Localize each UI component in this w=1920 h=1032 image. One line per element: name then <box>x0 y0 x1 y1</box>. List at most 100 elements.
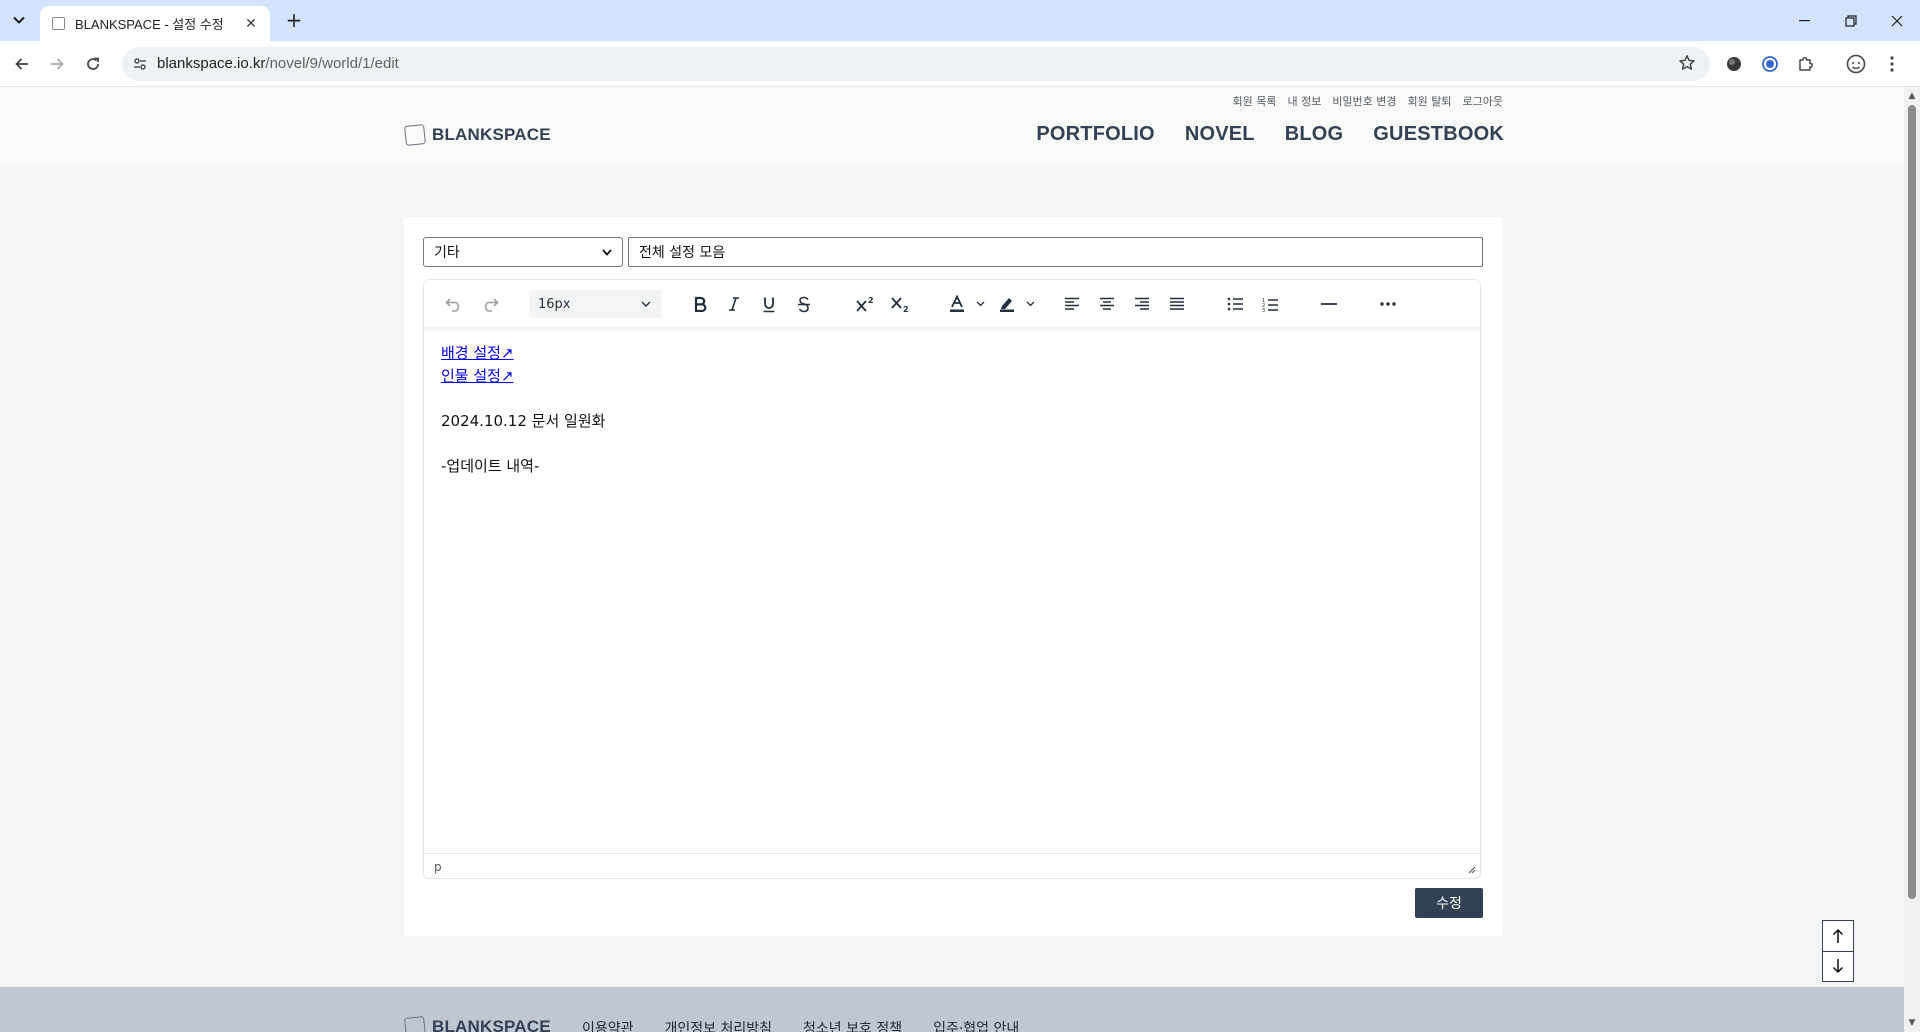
resize-handle-icon[interactable] <box>1466 864 1476 874</box>
user-link-change-password[interactable]: 비밀번호 변경 <box>1332 93 1396 109</box>
reload-icon[interactable] <box>81 52 105 76</box>
nav-novel[interactable]: NOVEL <box>1185 123 1255 146</box>
footer-logo-square-icon <box>404 1016 426 1032</box>
highlight-color-icon[interactable] <box>998 290 1042 318</box>
site-footer: BLANKSPACE 이용약관 개인정보 처리방침 청소년 보호 정책 입주·협… <box>0 987 1904 1032</box>
nav-portfolio[interactable]: PORTFOLIO <box>1036 123 1154 146</box>
text-color-icon[interactable] <box>948 290 992 318</box>
footer-link-terms[interactable]: 이용약관 <box>582 1018 634 1032</box>
back-arrow-icon[interactable] <box>10 52 34 76</box>
browser-menu-kebab-icon[interactable] <box>1880 52 1904 76</box>
content-line-date: 2024.10.12 문서 일원화 <box>441 411 606 430</box>
site-header: 회원 목록 내 정보 비밀번호 변경 회원 탈퇴 로그아웃 BLANKSPACE… <box>0 87 1904 165</box>
footer-link-privacy[interactable]: 개인정보 처리방침 <box>665 1018 773 1032</box>
footer-link-youth-policy[interactable]: 청소년 보호 정책 <box>803 1018 902 1032</box>
font-size-chevron-down-icon <box>641 301 651 307</box>
url-text: blankspace.io.kr/novel/9/world/1/edit <box>157 55 399 72</box>
tab-close-icon[interactable]: ✕ <box>242 16 260 32</box>
more-options-icon[interactable] <box>1374 290 1402 318</box>
category-select[interactable]: 기타 <box>423 237 623 267</box>
editor-statusbar: p <box>424 853 1480 878</box>
logo-text: BLANKSPACE <box>432 125 551 144</box>
tab-search-chevron-icon[interactable] <box>6 8 32 32</box>
browser-tabbar: BLANKSPACE - 설정 수정 ✕ + <box>0 0 1920 41</box>
content-line-update-log: -업데이트 내역- <box>441 456 540 475</box>
link-character-settings[interactable]: 인물 설정↗ <box>441 367 514 385</box>
bookmark-star-icon[interactable] <box>1678 54 1698 74</box>
select-chevron-down-icon <box>602 244 612 260</box>
scrollbar-up-arrow-icon[interactable]: ▲ <box>1907 91 1917 101</box>
minimize-window-icon[interactable] <box>1782 0 1828 41</box>
element-path[interactable]: p <box>434 860 442 874</box>
extension-area <box>1722 52 1904 76</box>
url-path: /novel/9/world/1/edit <box>265 55 399 72</box>
scroll-buttons <box>1822 920 1854 982</box>
url-host: blankspace.io.kr <box>157 55 266 72</box>
redo-icon[interactable] <box>476 290 504 318</box>
align-right-icon[interactable] <box>1128 290 1156 318</box>
site-logo[interactable]: BLANKSPACE <box>404 124 551 146</box>
font-size-select[interactable]: 16px <box>529 290 661 318</box>
new-tab-plus-icon[interactable]: + <box>282 9 306 33</box>
nav-guestbook[interactable]: GUESTBOOK <box>1373 123 1504 146</box>
footer-links: 이용약관 개인정보 처리방침 청소년 보호 정책 입주·협업 안내 <box>582 1018 1019 1032</box>
svg-text:2: 2 <box>903 305 909 313</box>
logo-square-icon <box>404 124 426 146</box>
browser-tab-active[interactable]: BLANKSPACE - 설정 수정 ✕ <box>40 6 270 41</box>
underline-icon[interactable] <box>755 290 783 318</box>
browser-tab-title: BLANKSPACE - 설정 수정 <box>75 17 224 32</box>
user-link-my-info[interactable]: 내 정보 <box>1287 93 1321 109</box>
extensions-puzzle-icon[interactable] <box>1794 52 1818 76</box>
footer-logo[interactable]: BLANKSPACE <box>404 1016 551 1032</box>
extension-blue-circle-icon[interactable] <box>1758 52 1782 76</box>
bullet-list-icon[interactable] <box>1221 290 1249 318</box>
user-link-member-list[interactable]: 회원 목록 <box>1232 93 1276 109</box>
nav-blog[interactable]: BLOG <box>1285 123 1344 146</box>
site-info-tune-icon[interactable] <box>131 55 149 73</box>
extension-dark-circle-icon[interactable] <box>1722 52 1746 76</box>
footer-logo-text: BLANKSPACE <box>432 1017 551 1032</box>
title-input[interactable] <box>628 237 1483 267</box>
italic-icon[interactable] <box>720 290 748 318</box>
page-viewport: 회원 목록 내 정보 비밀번호 변경 회원 탈퇴 로그아웃 BLANKSPACE… <box>0 87 1904 1032</box>
scrollbar-thumb[interactable] <box>1908 105 1916 899</box>
footer-link-partnership[interactable]: 입주·협업 안내 <box>933 1018 1019 1032</box>
main-nav: PORTFOLIO NOVEL BLOG GUESTBOOK <box>1036 123 1504 146</box>
rich-text-editor: 16px 2 2 1 2 3 배경 설정↗ 인물 설정↗ 2024.10.12 … <box>423 279 1481 879</box>
restore-window-icon[interactable] <box>1828 0 1874 41</box>
edit-form-card: 기타 16px <box>404 217 1503 936</box>
user-link-withdraw[interactable]: 회원 탈퇴 <box>1408 93 1452 109</box>
align-left-icon[interactable] <box>1058 290 1086 318</box>
editor-content-area[interactable]: 배경 설정↗ 인물 설정↗ 2024.10.12 문서 일원화 -업데이트 내역… <box>441 342 605 477</box>
numbered-list-icon[interactable]: 123 <box>1256 290 1284 318</box>
font-size-value: 16px <box>538 296 571 312</box>
align-center-icon[interactable] <box>1093 290 1121 318</box>
svg-text:2: 2 <box>868 296 874 305</box>
page-scrollbar[interactable]: ▲ ▼ <box>1904 87 1920 1032</box>
undo-icon[interactable] <box>440 290 468 318</box>
scroll-top-arrow-up-icon[interactable] <box>1823 921 1853 951</box>
user-link-logout[interactable]: 로그아웃 <box>1463 93 1503 109</box>
profile-avatar-icon[interactable] <box>1844 52 1868 76</box>
bold-icon[interactable] <box>686 290 714 318</box>
subscript-icon[interactable]: 2 <box>886 290 914 318</box>
editor-toolbar: 16px 2 2 1 2 3 <box>424 280 1480 327</box>
link-background-settings[interactable]: 배경 설정↗ <box>441 344 514 362</box>
close-window-icon[interactable] <box>1874 0 1920 41</box>
address-bar[interactable]: blankspace.io.kr/novel/9/world/1/edit <box>122 47 1710 81</box>
forward-arrow-icon[interactable] <box>45 52 69 76</box>
svg-text:3: 3 <box>1262 308 1265 312</box>
superscript-icon[interactable]: 2 <box>851 290 879 318</box>
strikethrough-icon[interactable] <box>790 290 818 318</box>
scroll-bottom-arrow-down-icon[interactable] <box>1823 950 1853 982</box>
align-justify-icon[interactable] <box>1163 290 1191 318</box>
horizontal-rule-icon[interactable] <box>1315 290 1343 318</box>
window-controls <box>1782 0 1920 41</box>
browser-toolbar: blankspace.io.kr/novel/9/world/1/edit <box>0 41 1920 87</box>
category-selected-value: 기타 <box>434 245 460 261</box>
scrollbar-down-arrow-icon[interactable]: ▼ <box>1907 1018 1917 1028</box>
user-menu: 회원 목록 내 정보 비밀번호 변경 회원 탈퇴 로그아웃 <box>1232 93 1503 109</box>
submit-edit-button[interactable]: 수정 <box>1415 888 1483 918</box>
